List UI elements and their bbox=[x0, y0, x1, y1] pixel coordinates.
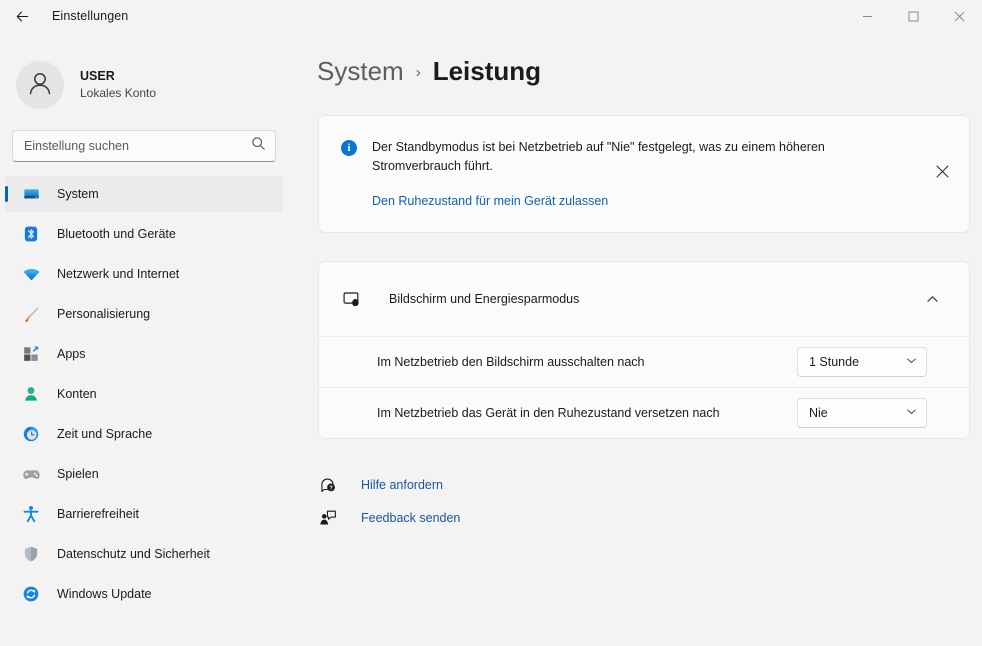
sidebar-item-label: Zeit und Sprache bbox=[57, 427, 153, 441]
setting-label: Im Netzbetrieb den Bildschirm ausschalte… bbox=[377, 355, 645, 369]
sidebar-item-accessibility[interactable]: Barrierefreiheit bbox=[5, 496, 283, 532]
sidebar-item-label: Datenschutz und Sicherheit bbox=[57, 547, 210, 561]
sidebar-item-bluetooth[interactable]: Bluetooth und Geräte bbox=[5, 216, 283, 252]
sidebar-nav: System Bluetooth und Geräte Netzwerk und… bbox=[0, 176, 288, 612]
banner-close-button[interactable] bbox=[927, 159, 957, 189]
info-glyph: i bbox=[347, 141, 351, 154]
arrow-left-icon bbox=[15, 9, 30, 24]
account-name: USER bbox=[80, 69, 115, 84]
paintbrush-icon bbox=[21, 304, 41, 324]
send-feedback-link[interactable]: Feedback senden bbox=[318, 501, 982, 534]
get-help-link[interactable]: ? Hilfe anfordern bbox=[318, 468, 982, 501]
help-links: ? Hilfe anfordern Feedback senden bbox=[318, 468, 982, 534]
sidebar-item-apps[interactable]: Apps bbox=[5, 336, 283, 372]
info-icon: i bbox=[341, 140, 357, 156]
chevron-down-icon bbox=[906, 404, 917, 422]
card-title: Bildschirm und Energiesparmodus bbox=[389, 292, 580, 306]
wifi-icon bbox=[21, 264, 41, 284]
dropdown-value: Nie bbox=[809, 406, 828, 420]
sidebar-item-label: Bluetooth und Geräte bbox=[57, 227, 176, 241]
sidebar-item-label: Personalisierung bbox=[57, 307, 151, 321]
setting-row-screen-off: Im Netzbetrieb den Bildschirm ausschalte… bbox=[319, 336, 969, 387]
sidebar-item-label: Apps bbox=[57, 347, 86, 361]
help-question-icon: ? bbox=[318, 475, 338, 495]
sidebar-item-time-language[interactable]: Zeit und Sprache bbox=[5, 416, 283, 452]
sidebar: USER Lokales Konto Einstellung suchen Sy… bbox=[0, 32, 288, 646]
sidebar-item-system[interactable]: System bbox=[5, 176, 283, 212]
banner-row: i Der Standbymodus ist bei Netzbetrieb a… bbox=[341, 138, 917, 210]
search-input[interactable]: Einstellung suchen bbox=[12, 130, 276, 162]
allow-hibernate-link[interactable]: Den Ruhezustand für mein Gerät zulassen bbox=[372, 194, 608, 208]
close-icon bbox=[954, 11, 965, 22]
maximize-button[interactable] bbox=[890, 0, 936, 32]
back-button[interactable] bbox=[4, 0, 40, 32]
main-content: System › Leistung i Der Standbymodus ist… bbox=[288, 32, 982, 646]
title-bar: Einstellungen bbox=[0, 0, 982, 32]
sidebar-item-personalization[interactable]: Personalisierung bbox=[5, 296, 283, 332]
sidebar-item-label: Spielen bbox=[57, 467, 99, 481]
help-link-label: Hilfe anfordern bbox=[361, 477, 443, 492]
bluetooth-icon bbox=[21, 224, 41, 244]
help-link-label: Feedback senden bbox=[361, 510, 461, 525]
refresh-icon bbox=[21, 584, 41, 604]
window-title: Einstellungen bbox=[52, 9, 129, 23]
window-controls bbox=[844, 0, 982, 32]
minimize-button[interactable] bbox=[844, 0, 890, 32]
chevron-up-icon[interactable] bbox=[917, 284, 947, 314]
display-power-card: Bildschirm und Energiesparmodus Im Netzb… bbox=[318, 261, 970, 439]
shield-icon bbox=[21, 544, 41, 564]
person-icon bbox=[21, 384, 41, 404]
sleep-dropdown[interactable]: Nie bbox=[797, 398, 927, 428]
breadcrumb-parent[interactable]: System bbox=[317, 56, 404, 87]
info-banner: i Der Standbymodus ist bei Netzbetrieb a… bbox=[318, 115, 970, 233]
search-placeholder: Einstellung suchen bbox=[24, 139, 129, 153]
clock-icon bbox=[21, 424, 41, 444]
banner-text: Der Standbymodus ist bei Netzbetrieb auf… bbox=[372, 140, 825, 174]
feedback-icon bbox=[318, 508, 338, 528]
svg-text:?: ? bbox=[329, 485, 333, 491]
card-header[interactable]: Bildschirm und Energiesparmodus bbox=[319, 262, 969, 336]
setting-label: Im Netzbetrieb das Gerät in den Ruhezust… bbox=[377, 406, 720, 420]
sidebar-item-label: System bbox=[57, 187, 99, 201]
monitor-icon bbox=[21, 184, 41, 204]
search-icon bbox=[251, 136, 266, 156]
chevron-down-icon bbox=[906, 353, 917, 371]
account-block[interactable]: USER Lokales Konto bbox=[0, 32, 288, 120]
sidebar-item-privacy-security[interactable]: Datenschutz und Sicherheit bbox=[5, 536, 283, 572]
accessibility-icon bbox=[21, 504, 41, 524]
sidebar-item-gaming[interactable]: Spielen bbox=[5, 456, 283, 492]
page-title: Leistung bbox=[432, 56, 542, 86]
selection-indicator bbox=[5, 186, 8, 202]
banner-body: Der Standbymodus ist bei Netzbetrieb auf… bbox=[372, 138, 902, 210]
sidebar-item-label: Konten bbox=[57, 387, 97, 401]
sidebar-item-label: Windows Update bbox=[57, 587, 152, 601]
sidebar-item-network[interactable]: Netzwerk und Internet bbox=[5, 256, 283, 292]
dropdown-value: 1 Stunde bbox=[809, 355, 860, 369]
close-icon bbox=[936, 165, 949, 183]
person-avatar-icon bbox=[25, 68, 55, 103]
account-subtitle: Lokales Konto bbox=[80, 86, 157, 101]
settings-window: Einstellungen USER Lokales Konto Einstel… bbox=[0, 0, 982, 646]
display-power-icon bbox=[341, 288, 363, 310]
screen-off-dropdown[interactable]: 1 Stunde bbox=[797, 347, 927, 377]
sidebar-item-label: Netzwerk und Internet bbox=[57, 267, 180, 281]
breadcrumb-separator: › bbox=[415, 64, 421, 81]
apps-grid-icon bbox=[21, 344, 41, 364]
minimize-icon bbox=[862, 11, 873, 22]
avatar bbox=[16, 61, 64, 109]
gamepad-icon bbox=[21, 464, 41, 484]
close-button[interactable] bbox=[936, 0, 982, 32]
breadcrumb: System › Leistung bbox=[288, 32, 982, 87]
sidebar-item-accounts[interactable]: Konten bbox=[5, 376, 283, 412]
setting-row-sleep: Im Netzbetrieb das Gerät in den Ruhezust… bbox=[319, 387, 969, 438]
sidebar-item-label: Barrierefreiheit bbox=[57, 507, 139, 521]
maximize-icon bbox=[908, 11, 919, 22]
account-text: USER Lokales Konto bbox=[80, 68, 156, 102]
sidebar-item-windows-update[interactable]: Windows Update bbox=[5, 576, 283, 612]
